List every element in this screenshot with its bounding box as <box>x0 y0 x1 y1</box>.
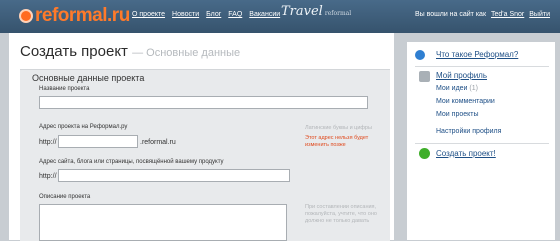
top-header: reformal.ru О проекте Новости Блог FAQ В… <box>0 0 560 33</box>
travel-brand-text: Travel <box>281 4 323 19</box>
my-ideas-link[interactable]: Мои идеи (1) <box>436 85 478 92</box>
nav-about[interactable]: О проекте <box>132 11 165 18</box>
nav-blog[interactable]: Блог <box>206 11 221 18</box>
section-title: Основные данные проекта <box>32 73 145 83</box>
logout-link[interactable]: Выйти <box>529 11 550 18</box>
description-label: Описание проекта <box>39 194 91 200</box>
nav-news[interactable]: Новости <box>172 11 199 18</box>
logo-text: reformal.ru <box>35 5 130 26</box>
project-name-label: Название проекта <box>39 86 90 92</box>
description-hint: При составлении описания, пожалуйста, уч… <box>305 204 377 224</box>
address-error: Этот адрес нельзя будет изменить позже <box>305 135 369 148</box>
project-address-input[interactable] <box>58 135 138 148</box>
profile-settings-link[interactable]: Настройки профиля <box>436 128 501 135</box>
address-hint: Латинские буквы и цифры <box>305 125 372 131</box>
user-area: Вы вошли на сайт как Ted'a Snor Выйти <box>415 11 550 18</box>
logo-icon <box>19 9 33 23</box>
my-comments-link[interactable]: Мои комментарии <box>436 98 495 105</box>
nav-faq[interactable]: FAQ <box>228 11 242 18</box>
travel-reformal-logo[interactable]: Travel reformal <box>281 4 351 19</box>
create-project-link[interactable]: Создать проект! <box>436 149 496 158</box>
logged-in-text: Вы вошли на сайт как <box>414 11 487 18</box>
page-title-text: Создать проект <box>20 43 128 60</box>
nav-vacancies[interactable]: Вакансии <box>249 11 280 18</box>
sidebar-what-is[interactable]: Что такое Реформал? <box>407 48 555 62</box>
top-nav: О проекте Новости Блог FAQ Вакансии <box>132 11 280 18</box>
address-suffix: .reformal.ru <box>140 139 176 146</box>
sidebar-divider <box>415 143 549 144</box>
site-address-input[interactable] <box>58 169 290 182</box>
my-projects-link[interactable]: Мои проекты <box>436 111 479 118</box>
ideas-count: (1) <box>469 85 478 92</box>
description-textarea[interactable] <box>39 204 287 241</box>
sidebar-create-project[interactable]: Создать проект! <box>407 147 555 161</box>
site-address-label: Адрес сайта, блога или страницы, посвящё… <box>39 159 224 165</box>
project-address-label: Адрес проекта на Реформал.ру <box>39 124 128 130</box>
question-icon <box>415 50 425 60</box>
arrow-right-icon <box>419 148 430 159</box>
logo[interactable]: reformal.ru <box>19 5 130 27</box>
page-subtitle: — Основные данные <box>132 47 241 59</box>
my-profile-link[interactable]: Мой профиль <box>436 71 487 80</box>
sidebar-divider <box>415 66 549 67</box>
project-form: Основные данные проекта Название проекта… <box>20 69 390 241</box>
profile-avatar-icon <box>419 71 430 82</box>
address-prefix: http:// <box>39 139 57 146</box>
user-name-link[interactable]: Ted'a Snor <box>491 11 524 18</box>
project-name-input[interactable] <box>39 96 368 109</box>
my-ideas-label: Мои идеи <box>436 85 468 92</box>
travel-sub-text: reformal <box>324 10 352 17</box>
what-is-link[interactable]: Что такое Реформал? <box>436 50 518 59</box>
main-content: Создать проект — Основные данные Основны… <box>9 33 394 241</box>
sidebar: Что такое Реформал? Мой профиль Мои идеи… <box>407 42 555 240</box>
page-title: Создать проект — Основные данные <box>20 43 240 60</box>
site-prefix: http:// <box>39 173 57 180</box>
